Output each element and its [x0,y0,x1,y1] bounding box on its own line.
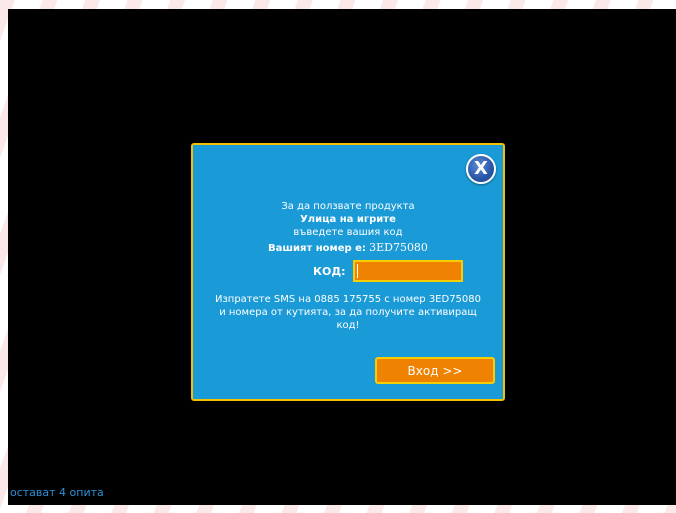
text-cursor [357,264,358,278]
intro-text: За да ползвате продукта [281,201,415,212]
close-icon[interactable]: X [466,154,496,184]
user-number-label: Вашият номер е: [268,243,366,254]
code-label: КОД: [313,265,346,278]
activation-dialog: X За да ползвате продукта Улица на игрит… [191,143,505,401]
enter-code-text: въведете вашия код [293,227,403,238]
code-input[interactable] [353,260,463,282]
login-button[interactable]: Вход >> [375,357,495,384]
user-number-line: Вашият номер е: 3ED75080 [193,241,503,254]
user-number-value: 3ED75080 [369,241,428,254]
sms-instructions: Изпратете SMS на 0885 175755 с номер 3ED… [214,294,482,331]
app-screen: X За да ползвате продукта Улица на игрит… [8,9,676,505]
product-name: Улица на игрите [300,214,396,225]
attempts-remaining: остават 4 опита [10,486,104,499]
